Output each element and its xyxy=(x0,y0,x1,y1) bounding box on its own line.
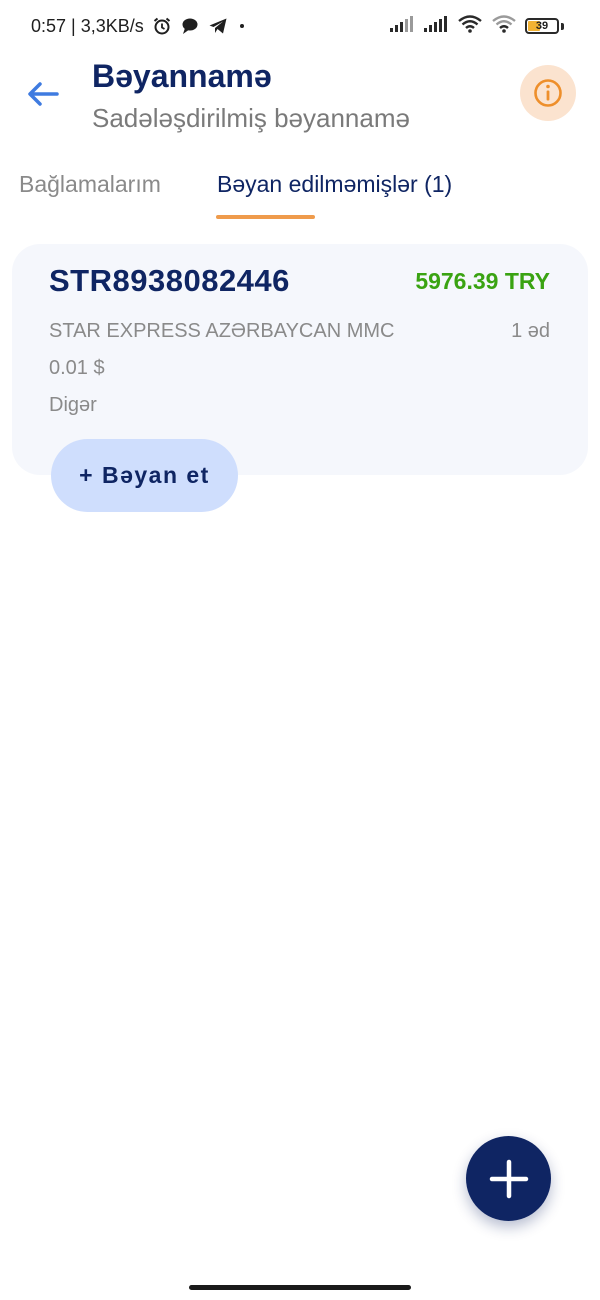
tab-bar: Bağlamalarım Bəyan edilməmişlər (1) xyxy=(0,160,600,220)
status-bar: 0:57 | 3,3KB/s 39 xyxy=(0,0,600,52)
tab-active-indicator xyxy=(216,215,315,219)
alarm-icon xyxy=(152,16,172,36)
signal-icon xyxy=(389,14,415,39)
back-button[interactable] xyxy=(22,74,64,114)
chat-bubble-icon xyxy=(180,16,200,36)
package-price: 0.01 $ xyxy=(49,357,105,379)
package-amount: 5976.39 TRY xyxy=(415,268,550,294)
company-name: STAR EXPRESS AZƏRBAYCAN MMC xyxy=(49,320,395,342)
tab-beyan-edilmemisler[interactable]: Bəyan edilməmişlər (1) xyxy=(217,168,452,200)
screen: 0:57 | 3,3KB/s 39 Bəyannamə Sadələşdiril… xyxy=(0,0,600,1300)
battery-level: 39 xyxy=(535,19,549,32)
declare-button[interactable]: + Bəyan et xyxy=(51,439,238,512)
package-quantity: 1 əd xyxy=(511,320,550,342)
status-time: 0:57 | 3,3KB/s xyxy=(31,15,144,36)
plus-icon xyxy=(489,1159,528,1198)
dot-icon xyxy=(236,16,248,36)
wifi-icon xyxy=(491,14,517,39)
arrow-left-icon xyxy=(28,82,59,106)
add-button[interactable] xyxy=(466,1136,551,1221)
status-left: 0:57 | 3,3KB/s xyxy=(31,14,248,38)
tab-baglamalarim[interactable]: Bağlamalarım xyxy=(19,168,161,200)
battery-tip xyxy=(561,22,564,30)
home-indicator[interactable] xyxy=(189,1285,411,1290)
page-subtitle: Sadələşdirilmiş bəyannamə xyxy=(92,103,410,133)
info-icon xyxy=(534,79,562,107)
info-button[interactable] xyxy=(520,65,576,121)
battery-icon: 39 xyxy=(525,18,559,34)
wifi-icon xyxy=(457,14,483,39)
telegram-icon xyxy=(208,16,228,36)
page-title: Bəyannamə xyxy=(92,58,272,94)
signal-icon xyxy=(423,14,449,39)
tracking-number: STR8938082446 xyxy=(49,263,290,298)
package-category: Digər xyxy=(49,394,97,416)
status-right: 39 xyxy=(389,14,564,38)
